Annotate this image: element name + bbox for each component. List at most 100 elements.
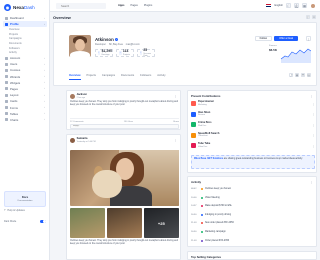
profile-email[interactable]: max@kt.com <box>126 43 140 46</box>
dark-mode-toggle[interactable] <box>40 220 46 224</box>
nav-icon <box>5 99 8 103</box>
status-dot-icon <box>201 188 203 190</box>
more-icon[interactable]: ⋮ <box>312 102 315 106</box>
more-icon[interactable]: ⋮ <box>312 144 315 148</box>
more-icon[interactable]: ⋮ <box>312 133 315 137</box>
activity-time: 16:50 <box>191 213 197 216</box>
contributions-card: Present Contributions ⋮ Pepe Hoemer Marke… <box>187 90 317 173</box>
comments-link[interactable]: 12 Comments <box>70 121 84 123</box>
brand-logo[interactable]: ◉ NexaDash <box>4 3 35 11</box>
comment-input[interactable] <box>70 124 179 129</box>
avatar[interactable] <box>70 94 75 99</box>
note-highlight[interactable]: Mbox Base .NET Solutions <box>194 158 223 160</box>
calendar-icon[interactable]: ▤ <box>306 73 311 78</box>
gallery-thumb[interactable] <box>106 208 143 238</box>
sidebar-item-label: Forms <box>10 105 18 110</box>
help-label: Help & Updates <box>7 209 25 212</box>
chevron-right-icon: › <box>44 87 45 91</box>
search-input[interactable] <box>56 3 106 9</box>
post-actions: 12 Comments 150 Likes Share <box>70 118 179 123</box>
more-icon[interactable]: ⋮ <box>310 94 313 98</box>
sidebar-item[interactable]: Forms › <box>3 104 47 110</box>
list-icon[interactable]: ☰ <box>300 73 306 78</box>
more-icon[interactable]: ⋮ <box>174 94 177 98</box>
share-icon[interactable]: ⤴ <box>288 73 294 78</box>
card-title: Activity <box>191 180 202 184</box>
contribution-item[interactable]: Crime Bros Web Dev ⋮ <box>191 121 315 128</box>
docs-subtitle: Documentation <box>17 200 33 202</box>
chevron-right-icon: › <box>44 81 45 85</box>
filter-icon[interactable]: ⚲ <box>306 15 310 19</box>
contribution-note: Mbox Base .NET Solutions are sharing gre… <box>191 155 315 169</box>
language-selector[interactable]: English <box>274 4 283 7</box>
docs-card[interactable]: Docs Documentation <box>4 191 46 207</box>
more-photos-count[interactable]: +25 <box>143 208 179 238</box>
nav-icon <box>5 68 8 72</box>
company-logo-icon <box>191 111 196 117</box>
avatar[interactable] <box>70 138 75 143</box>
gallery-thumb[interactable] <box>70 208 106 238</box>
contribution-item[interactable]: Pepe Hoemer Marketing ⋮ <box>191 100 315 107</box>
profile-tab[interactable]: Followers <box>140 74 151 80</box>
top-nav: Apps Pages Plugins <box>118 4 152 7</box>
post-text: Outlines keep you honest. They stop you … <box>70 101 178 107</box>
more-icon[interactable]: ⋮ <box>312 112 315 116</box>
nav-icon <box>5 16 8 20</box>
arrow-up-icon: ↑ <box>139 51 143 55</box>
sidebar-item-label: Invoices <box>10 68 21 73</box>
more-icon[interactable]: ⋮ <box>174 138 177 142</box>
sidebar-item[interactable]: Tables › <box>3 111 47 117</box>
activity-time: 16:50 <box>191 231 197 233</box>
chevron-right-icon: › <box>44 106 45 110</box>
likes-link[interactable]: 150 Likes <box>124 121 133 123</box>
help-link[interactable]: ? Help & Updates <box>4 209 25 212</box>
sidebar-item-label: Documents <box>9 41 22 45</box>
nav-icon <box>5 106 8 110</box>
settings-icon[interactable]: ⚙ <box>312 15 316 19</box>
grid-icon[interactable]: ▦ <box>294 73 300 78</box>
follow-button[interactable]: Follow <box>254 36 273 41</box>
profile-card: Atkinson ✓ Developer SF, Bay Area max@kt.… <box>53 22 317 86</box>
gallery-thumb[interactable]: +25 <box>143 208 179 238</box>
top-link-plugins[interactable]: Plugins <box>144 4 153 7</box>
profile-tab[interactable]: Documents <box>121 74 134 80</box>
theme-icon[interactable]: ☾ <box>286 3 291 8</box>
contribution-item[interactable]: SpeedSoft Search Consultant ⋮ <box>191 132 315 139</box>
top-link-pages[interactable]: Pages <box>130 4 137 7</box>
more-icon[interactable]: ⋮ <box>312 123 315 127</box>
profile-tab[interactable]: Projects <box>87 74 96 80</box>
logo-icon: ◉ <box>4 3 11 11</box>
status-dot-icon <box>201 213 203 216</box>
sidebar-item[interactable]: Wizards › <box>3 74 47 80</box>
sidebar-item[interactable]: Projects <box>3 32 47 37</box>
share-link[interactable]: Share <box>173 121 179 123</box>
sidebar-item[interactable]: Invoices › <box>3 67 47 73</box>
notifications-icon[interactable]: 🔔︎ <box>294 3 299 8</box>
activity-text: New order placed #XF-2356 <box>205 222 234 225</box>
status-dot-icon <box>201 205 203 208</box>
sidebar-item[interactable]: Widgets › <box>3 80 47 86</box>
top-link-apps[interactable]: Apps <box>118 4 124 7</box>
image-gallery: +25 <box>70 208 179 238</box>
contribution-item[interactable]: Tube Tube Video Dev ⋮ <box>191 142 315 149</box>
sidebar-item-label: Tables <box>10 111 19 116</box>
user-avatar[interactable] <box>310 2 316 9</box>
more-icon[interactable]: ⋮ <box>310 180 313 184</box>
verified-icon: ✓ <box>115 37 119 42</box>
sidebar-item[interactable]: Charts › <box>3 117 47 123</box>
card-title: Present Contributions <box>191 94 221 98</box>
chevron-right-icon: › <box>44 118 45 122</box>
stat-success-rate: ↑ 25 Success Rate <box>137 48 155 57</box>
profile-tab[interactable]: Overview <box>69 74 81 80</box>
profile-tab[interactable]: Activity <box>157 74 165 80</box>
apps-grid-icon[interactable]: ▦ <box>302 3 307 8</box>
chevron-right-icon: › <box>44 62 45 66</box>
profile-tab[interactable]: Campaigns <box>102 74 115 80</box>
contribution-item[interactable]: Xiao Shun Finance ⋮ <box>191 111 315 118</box>
sidebar-item-label: Overview <box>9 28 20 32</box>
more-icon[interactable]: ⋮ <box>306 36 311 41</box>
offer-deal-button[interactable]: Offer a Deal <box>274 36 298 41</box>
card-title: Top Selling Categories <box>191 255 222 259</box>
post-image[interactable] <box>70 150 179 206</box>
activity-item: 16:50 Indulging in poorly driving <box>191 212 315 218</box>
